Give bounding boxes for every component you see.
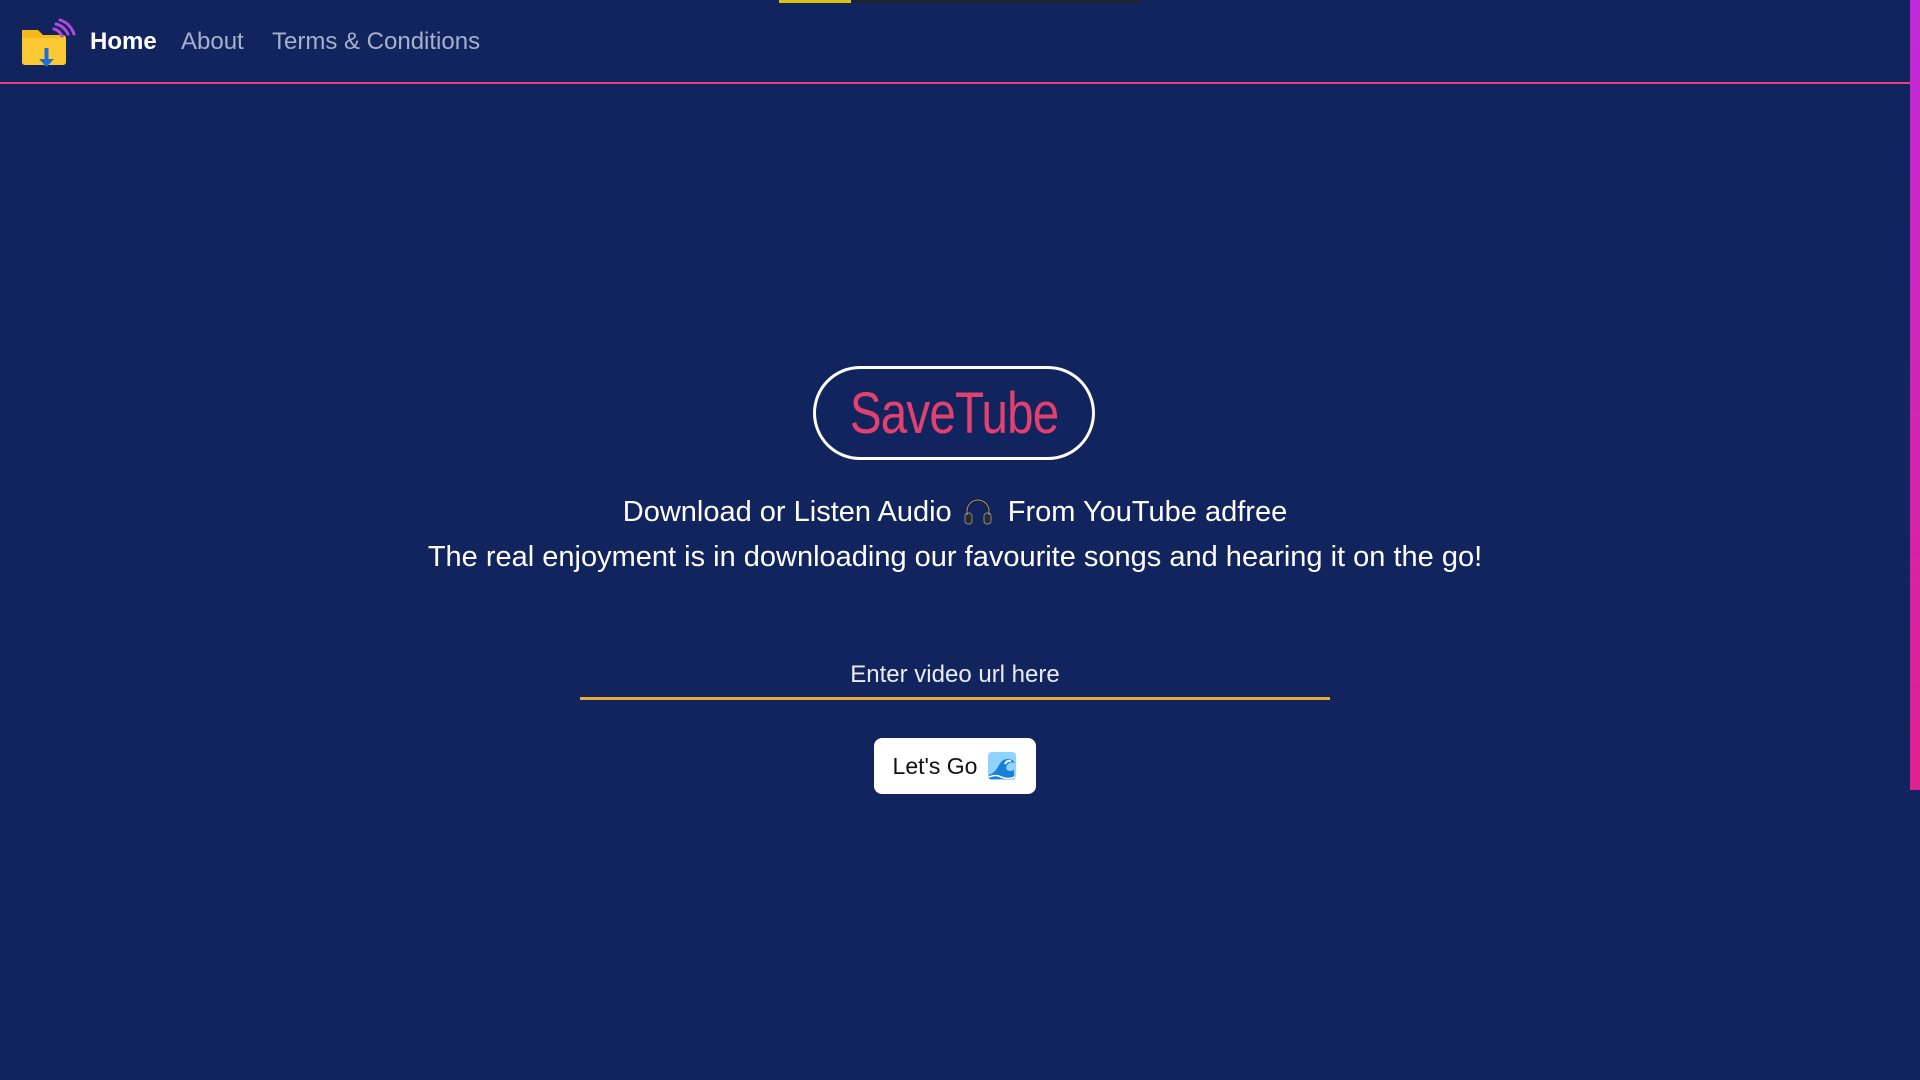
- wave-icon: [988, 752, 1017, 780]
- scrollbar[interactable]: [1910, 0, 1920, 1080]
- tagline-line-1: Download or Listen Audio From YouTube ad…: [0, 492, 1910, 532]
- tagline-text-after: From YouTube adfree: [1007, 496, 1288, 528]
- brand-title: SaveTube: [849, 380, 1059, 446]
- brand-badge: SaveTube: [813, 366, 1095, 460]
- lets-go-label: Let's Go: [892, 752, 978, 779]
- nav-about[interactable]: About: [181, 24, 244, 60]
- navbar: Home About Terms & Conditions: [0, 0, 1910, 84]
- logo-link[interactable]: [20, 18, 76, 70]
- headphone-icon: [964, 498, 992, 525]
- lets-go-button[interactable]: Let's Go: [874, 738, 1036, 794]
- scrollbar-thumb[interactable]: [1910, 0, 1920, 790]
- nav-home[interactable]: Home: [90, 24, 157, 60]
- tagline-text-before: Download or Listen Audio: [622, 496, 952, 528]
- nav-terms[interactable]: Terms & Conditions: [272, 24, 480, 60]
- video-url-input[interactable]: [580, 652, 1330, 700]
- page: Home About Terms & Conditions SaveTube D…: [0, 0, 1920, 1080]
- folder-download-icon: [22, 18, 76, 67]
- tagline-line-2: The real enjoyment is in downloading our…: [427, 541, 1483, 573]
